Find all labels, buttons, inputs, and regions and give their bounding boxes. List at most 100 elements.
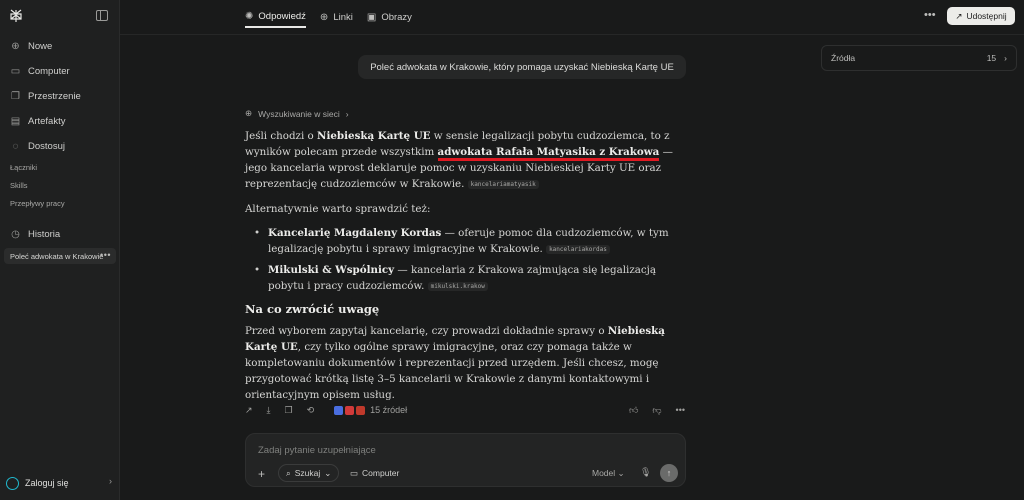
more-options-icon[interactable]: ••• bbox=[924, 9, 936, 21]
answer-paragraph: Alternatywnie warto sprawdzić też: bbox=[245, 203, 431, 215]
thread-title: Poleć adwokata w Krakowie bbox=[10, 251, 104, 261]
search-icon: ⌕ bbox=[286, 467, 291, 478]
source-favicon-icon bbox=[356, 405, 366, 415]
text-span: Przed wyborem zapytaj kancelarię, czy pr… bbox=[245, 325, 608, 337]
chevron-down-icon: ⌄ bbox=[617, 468, 625, 478]
answer-paragraph: Przed wyborem zapytaj kancelarię, czy pr… bbox=[245, 323, 675, 403]
sidebar-item-skills[interactable]: Skills bbox=[10, 181, 28, 190]
sidebar-item-artifacts[interactable]: ▤ Artefakty bbox=[10, 113, 66, 129]
model-label: Model bbox=[592, 468, 616, 478]
search-step-label: Wyszukiwanie w sieci bbox=[258, 108, 340, 119]
sidebar-item-label: Dostosuj bbox=[28, 140, 65, 152]
chevron-right-icon: › bbox=[109, 476, 112, 486]
sidebar-item-spaces[interactable]: ❐ Przestrzenie bbox=[10, 88, 81, 104]
sidebar-item-customize[interactable]: ◌ Dostosuj bbox=[10, 138, 65, 154]
list-item: Mikulski & Wspólnicy — kancelaria z Krak… bbox=[245, 262, 675, 295]
sources-button[interactable]: 15 źródeł bbox=[334, 405, 407, 415]
sources-label: Źródła bbox=[831, 53, 856, 63]
header-divider bbox=[120, 34, 1024, 35]
plus-icon[interactable]: + bbox=[258, 467, 265, 481]
sidebar-item-workflows[interactable]: Przepływy pracy bbox=[10, 199, 65, 208]
sidebar-item-label: Computer bbox=[28, 65, 70, 77]
monitor-icon: ▭ bbox=[10, 65, 21, 77]
alternatives-list: Kancelarię Magdaleny Kordas — oferuje po… bbox=[245, 225, 675, 295]
customize-icon: ◌ bbox=[12, 140, 19, 152]
computer-mode-button[interactable]: ▭ Computer bbox=[342, 464, 407, 482]
login-button[interactable]: Zaloguj się › bbox=[6, 474, 114, 492]
share-icon[interactable]: ↗ bbox=[245, 405, 253, 416]
sources-count-label: 15 źródeł bbox=[370, 405, 408, 415]
followup-composer: + ⌕ Szukaj ⌄ ▭ Computer Model ⌄ 🎙︎ ↑ bbox=[245, 433, 686, 487]
sidebar-item-computer[interactable]: ▭ Computer bbox=[10, 63, 70, 79]
more-options-icon[interactable]: ••• bbox=[676, 405, 685, 416]
sidebar-item-new[interactable]: ⊕ Nowe bbox=[10, 38, 52, 54]
search-step[interactable]: ⊕ Wyszukiwanie w sieci › bbox=[245, 108, 349, 119]
rewrite-icon[interactable]: ⟲ bbox=[307, 405, 315, 416]
sidebar-item-connectors[interactable]: Łączniki bbox=[10, 163, 37, 172]
sidebar-item-label: Przestrzenie bbox=[28, 90, 81, 102]
model-selector[interactable]: Model ⌄ bbox=[592, 468, 625, 479]
section-heading: Na co zwrócić uwagę bbox=[245, 302, 380, 316]
source-favicon-icon bbox=[334, 405, 344, 415]
list-item: Kancelarię Magdaleny Kordas — oferuje po… bbox=[245, 225, 675, 258]
plus-icon: ⊕ bbox=[11, 40, 20, 52]
sidebar-item-label: Artefakty bbox=[28, 115, 66, 127]
login-label: Zaloguj się bbox=[25, 478, 69, 488]
sidebar-item-label: Historia bbox=[28, 228, 61, 240]
source-favicon-icon bbox=[345, 405, 355, 415]
sources-panel[interactable]: Źródła 15 › bbox=[821, 45, 1017, 71]
sources-count: 15 bbox=[986, 53, 997, 63]
copy-icon[interactable]: ❐ bbox=[285, 405, 293, 416]
bold-text: Mikulski & Wspólnicy bbox=[268, 264, 395, 276]
followup-input[interactable] bbox=[258, 445, 658, 456]
tab-links[interactable]: ⊕ Linki bbox=[320, 6, 353, 28]
sidebar-item-label: Nowe bbox=[28, 40, 53, 52]
feedback-actions: 👍︎ 👎︎ ••• bbox=[629, 405, 685, 416]
text-span: , czy tylko ogólne sprawy imigracyjne, o… bbox=[245, 341, 659, 401]
collapse-sidebar-icon[interactable] bbox=[96, 10, 108, 21]
search-mode-button[interactable]: ⌕ Szukaj ⌄ bbox=[278, 464, 340, 482]
download-icon[interactable]: ⤓ bbox=[267, 405, 271, 416]
tab-label: Obrazy bbox=[381, 11, 412, 23]
perplexity-logo-icon[interactable] bbox=[9, 9, 23, 23]
avatar-icon bbox=[6, 476, 19, 490]
computer-mode-label: Computer bbox=[362, 468, 400, 478]
thumbs-up-icon[interactable]: 👍︎ bbox=[629, 405, 638, 416]
user-query-bubble: Poleć adwokata w Krakowie, który pomaga … bbox=[358, 55, 686, 79]
citation-chip[interactable]: mikulski.krakow bbox=[427, 282, 488, 291]
history-thread-item[interactable]: Poleć adwokata w Krakowie ••• bbox=[4, 248, 116, 264]
image-icon: ▣ bbox=[366, 11, 377, 23]
search-mode-label: Szukaj bbox=[294, 468, 321, 478]
answer-icon: ✺ bbox=[245, 10, 254, 22]
history-icon: ◷ bbox=[11, 228, 20, 240]
result-tabs: ✺ Odpowiedź ⊕ Linki ▣ Obrazy bbox=[245, 6, 412, 34]
share-label: Udostępnij bbox=[966, 11, 1007, 21]
citation-chip[interactable]: kancelariamatyasik bbox=[467, 180, 539, 189]
bold-text: Niebieską Kartę UE bbox=[317, 130, 431, 142]
share-icon: ↗ bbox=[955, 10, 963, 21]
thumbs-down-icon[interactable]: 👎︎ bbox=[652, 405, 661, 416]
chevron-down-icon: ⌄ bbox=[324, 467, 332, 478]
citation-chip[interactable]: kancelariakordas bbox=[546, 245, 610, 254]
globe-icon: ⊕ bbox=[319, 11, 329, 23]
share-button[interactable]: ↗ Udostępnij bbox=[947, 7, 1015, 25]
send-button[interactable]: ↑ bbox=[660, 464, 678, 482]
tab-label: Linki bbox=[333, 11, 353, 23]
thread-more-icon[interactable]: ••• bbox=[100, 250, 111, 260]
tab-answer[interactable]: ✺ Odpowiedź bbox=[245, 6, 306, 28]
globe-icon: ⊕ bbox=[245, 108, 253, 118]
bold-text: Kancelarię Magdaleny Kordas bbox=[268, 227, 442, 239]
answer-body: Jeśli chodzi o Niebieską Kartę UE w sens… bbox=[245, 128, 675, 411]
tab-label: Odpowiedź bbox=[258, 10, 306, 22]
highlighted-lawyer-name: adwokata Rafała Matyasika z Krakowa bbox=[437, 146, 660, 161]
artifact-icon: ▤ bbox=[10, 115, 21, 127]
microphone-icon[interactable]: 🎙︎ bbox=[640, 467, 651, 478]
monitor-icon: ▭ bbox=[350, 467, 359, 478]
chevron-right-icon: › bbox=[345, 108, 349, 119]
answer-paragraph: Jeśli chodzi o Niebieską Kartę UE w sens… bbox=[245, 128, 675, 193]
sidebar-item-history[interactable]: ◷ Historia bbox=[10, 226, 60, 242]
answer-actions: ↗ ⤓ ❐ ⟲ 15 źródeł 👍︎ 👎︎ ••• bbox=[245, 403, 685, 417]
text-span: Jeśli chodzi o bbox=[245, 130, 318, 142]
sidebar: ⊕ Nowe ▭ Computer ❐ Przestrzenie ▤ Artef… bbox=[0, 0, 120, 500]
tab-images[interactable]: ▣ Obrazy bbox=[367, 6, 412, 28]
